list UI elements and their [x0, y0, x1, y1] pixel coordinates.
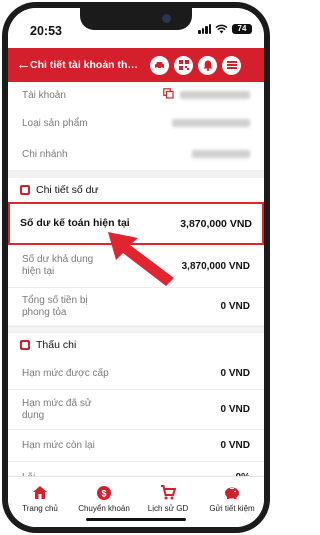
ledger-balance-value: 3,870,000 VND	[180, 217, 252, 230]
piggy-bank-icon	[201, 485, 263, 501]
section-icon	[20, 340, 30, 350]
section-title: Chi tiết số dư	[36, 184, 99, 196]
row-label: Số dư khả dụng hiện tại	[22, 254, 94, 277]
status-time: 20:53	[30, 24, 62, 38]
annotation-arrow	[108, 232, 174, 286]
header-actions	[150, 55, 241, 75]
home-icon	[9, 485, 71, 501]
signal-icon	[198, 24, 211, 34]
row-value: 0 VND	[220, 440, 250, 451]
camera-dot	[162, 14, 171, 23]
back-button[interactable]: ←	[8, 48, 31, 82]
branch-row: Chi nhánh	[22, 138, 250, 170]
redacted-value	[180, 91, 250, 99]
row-label: Hạn mức đã sử dụng	[22, 397, 92, 421]
car-icon[interactable]	[150, 55, 169, 75]
row-label: Tổng số tiền bị phong tỏa	[22, 294, 88, 318]
status-bar: 20:53 74	[8, 8, 264, 48]
nav-label: Gửi tiết kiệm	[209, 504, 255, 513]
row-label: Chi nhánh	[22, 148, 68, 160]
nav-label: Trang chủ	[22, 504, 58, 513]
qr-icon[interactable]	[174, 55, 193, 75]
blocked-amount-row: Tổng số tiền bị phong tỏa 0 VND	[8, 287, 264, 325]
overdraft-rows: Hạn mức được cấp 0 VND Hạn mức đã sử dụn…	[8, 357, 264, 493]
nav-savings[interactable]: Gửi tiết kiệm	[201, 477, 263, 527]
menu-icon[interactable]	[222, 55, 241, 75]
overdraft-section-header: Thấu chi	[8, 333, 264, 357]
row-label: Hạn mức còn lại	[22, 440, 95, 451]
bell-icon[interactable]	[198, 55, 217, 75]
nav-home[interactable]: Trang chủ	[9, 477, 71, 527]
svg-text:$: $	[101, 489, 106, 499]
page-title: Chi tiết tài khoản thanh to...	[30, 59, 140, 71]
status-icons: 74	[198, 24, 252, 34]
nav-label: Chuyển khoản	[78, 504, 130, 513]
ledger-balance-label: Số dư kế toán hiện tại	[20, 217, 130, 229]
app-header: ← Chi tiết tài khoản thanh to...	[8, 48, 264, 82]
screen: 20:53 74 ← Chi tiết tài khoản thanh to..…	[8, 8, 264, 527]
phone-frame: 20:53 74 ← Chi tiết tài khoản thanh to..…	[2, 2, 270, 533]
redacted-value	[192, 150, 250, 158]
row-label: Tài khoản	[22, 89, 66, 101]
row-label: Loại sản phẩm	[22, 117, 88, 129]
home-indicator	[86, 518, 186, 521]
battery-icon: 74	[232, 24, 252, 34]
wifi-icon	[215, 24, 228, 34]
row-value: 0 VND	[220, 404, 250, 415]
row-value: 0 VND	[220, 367, 250, 379]
used-limit-row: Hạn mức đã sử dụng 0 VND	[8, 389, 264, 429]
redacted-value	[172, 119, 250, 127]
transfer-icon: $	[73, 485, 135, 501]
row-value: 3,870,000 VND	[181, 260, 250, 272]
row-value: 0 VND	[220, 301, 250, 312]
section-icon	[20, 185, 30, 195]
notch	[80, 8, 192, 30]
copy-icon[interactable]	[163, 88, 174, 102]
nav-label: Lịch sử GD	[147, 504, 189, 513]
history-icon	[137, 485, 199, 501]
account-card: Tài khoản Loại sản phẩm Chi nhánh	[8, 82, 264, 170]
row-label: Hạn mức được cấp	[22, 367, 109, 379]
section-title: Thấu chi	[36, 339, 77, 351]
account-number-row: Tài khoản	[22, 82, 250, 108]
granted-limit-row: Hạn mức được cấp 0 VND	[8, 357, 264, 389]
remaining-limit-row: Hạn mức còn lại 0 VND	[8, 429, 264, 461]
product-type-row: Loại sản phẩm	[22, 108, 250, 138]
balance-section-header: Chi tiết số dư	[8, 178, 264, 202]
